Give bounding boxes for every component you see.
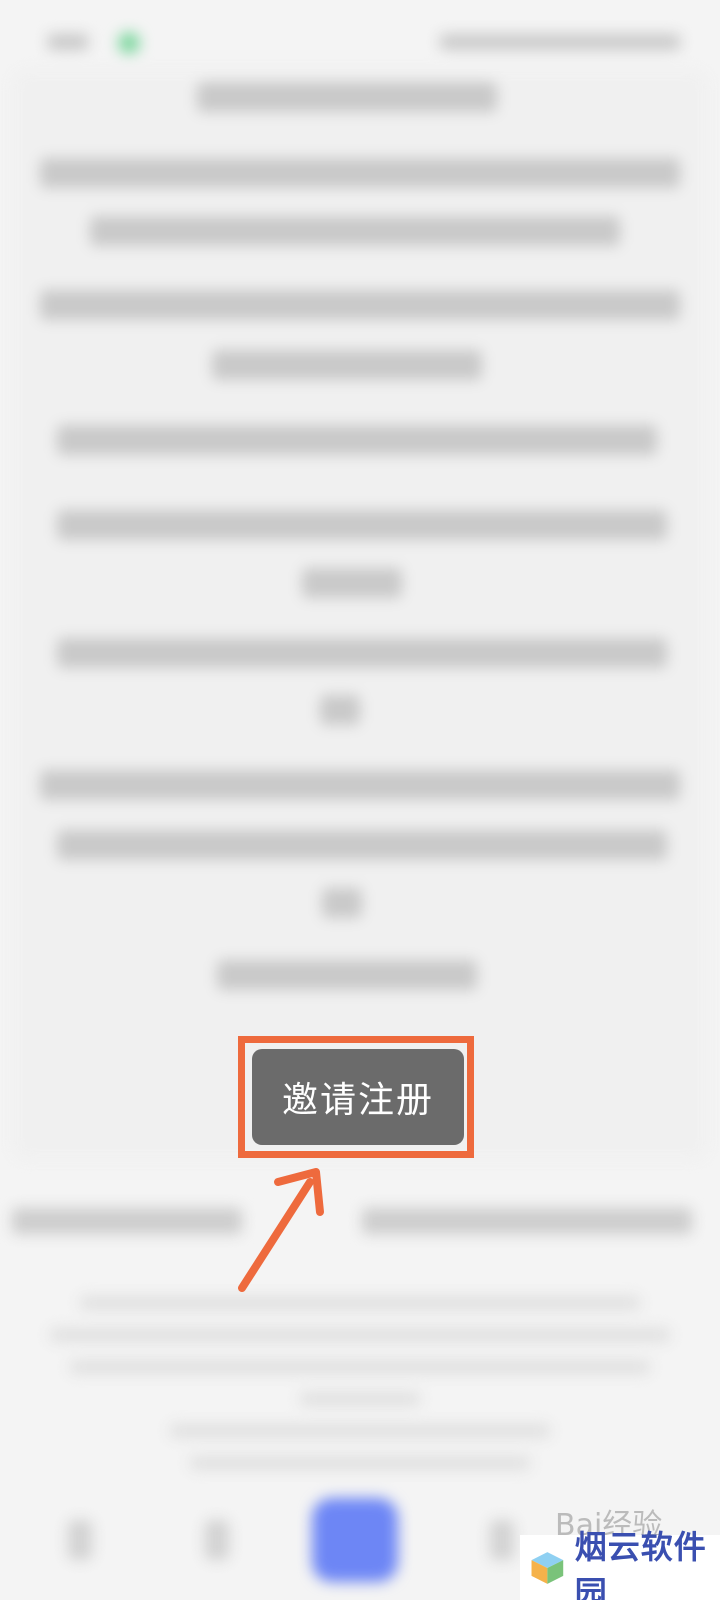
status-indicator-icon [118,32,140,54]
text-line [40,770,680,800]
footer-link [362,1208,692,1234]
site-watermark: 烟云软件园 [520,1528,720,1600]
fine-print [80,1296,640,1310]
fine-print [300,1392,420,1406]
blurred-background [0,0,720,1600]
footer-link [12,1208,242,1234]
fine-print [170,1424,550,1438]
nav-icon [205,1520,229,1560]
text-line [57,830,667,860]
nav-center-button [312,1498,398,1582]
content-card [12,70,708,1160]
text-line [302,568,402,598]
invite-register-button[interactable]: 邀请注册 [252,1049,464,1145]
text-line [212,350,482,380]
watermark-text: 烟云软件园 [574,1527,707,1600]
text-line [322,888,362,918]
text-line [40,290,680,320]
text-line [57,510,667,540]
fine-print [70,1360,650,1374]
fine-print [190,1456,530,1470]
text-line [320,695,360,725]
status-bar [40,30,680,58]
text-line [40,158,680,188]
text-line [197,82,497,112]
status-icons [440,34,680,50]
fine-print [50,1328,670,1342]
cube-logo-icon [531,1551,564,1584]
status-time [48,34,88,50]
back-icon [68,1520,92,1560]
text-line [57,638,667,668]
text-line [57,425,657,455]
nav-icon [490,1520,514,1560]
arrow-pointer-icon [238,1168,324,1292]
text-line [217,960,477,990]
text-line [90,216,620,246]
